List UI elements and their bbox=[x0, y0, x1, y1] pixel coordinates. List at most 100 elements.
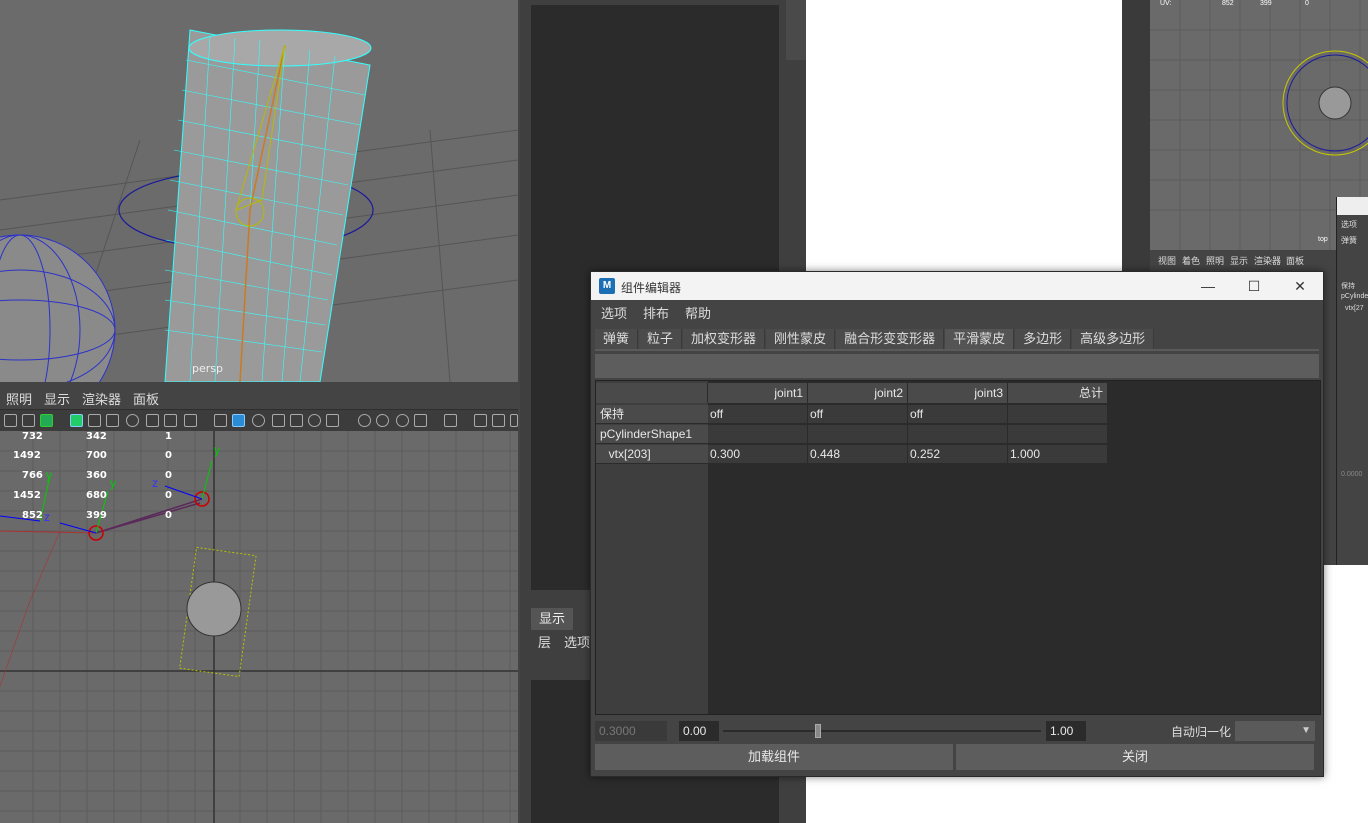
menu-options[interactable]: 选项 bbox=[1341, 219, 1357, 230]
depth-icon[interactable] bbox=[414, 414, 427, 427]
viewport-menubar: 照明 显示 渲染器 面板 bbox=[0, 387, 518, 409]
table-cell[interactable]: 0.252 bbox=[908, 445, 1008, 464]
tab-advanced-polygons[interactable]: 高级多边形 bbox=[1072, 329, 1155, 349]
tab-underline bbox=[595, 349, 1319, 351]
top-viewport[interactable]: 732 342 1 1492 700 0 766 360 0 1452 680 0 852 399… bbox=[0, 431, 518, 823]
pencil-icon[interactable] bbox=[40, 414, 53, 427]
menu-view[interactable]: 视图 bbox=[1158, 254, 1176, 267]
background-titlebar bbox=[1337, 197, 1368, 215]
menu-lighting[interactable]: 照明 bbox=[1206, 254, 1224, 267]
menu-display[interactable]: 显示 bbox=[1230, 254, 1248, 267]
menu-panels[interactable]: 面板 bbox=[127, 389, 165, 408]
menu-lighting[interactable]: 照明 bbox=[0, 389, 38, 408]
current-value-field[interactable]: 0.3000 bbox=[595, 721, 667, 741]
menu-display[interactable]: 显示 bbox=[38, 389, 76, 408]
tab-blendshape-deformers[interactable]: 融合形变变形器 bbox=[836, 329, 945, 349]
default-material-icon[interactable] bbox=[272, 414, 285, 427]
move-icon[interactable] bbox=[22, 414, 35, 427]
menu-help[interactable]: 帮助 bbox=[675, 302, 717, 326]
table-cell[interactable]: off bbox=[708, 405, 808, 424]
table-cell[interactable] bbox=[1008, 425, 1108, 444]
tab-display[interactable]: 显示 bbox=[531, 608, 573, 630]
weights-table: joint1 joint2 joint3 总计 保持 off off off p… bbox=[595, 380, 1321, 715]
table-cell[interactable] bbox=[1008, 405, 1108, 424]
table-cell[interactable]: off bbox=[808, 405, 908, 424]
xray-joints-icon[interactable] bbox=[492, 414, 505, 427]
table-cell[interactable] bbox=[808, 425, 908, 444]
isolate-icon[interactable] bbox=[444, 414, 457, 427]
menu-layers[interactable]: 层 bbox=[538, 632, 551, 651]
menu-panels[interactable]: 面板 bbox=[1286, 254, 1304, 267]
blank-area bbox=[1322, 565, 1368, 775]
gate-mask-icon[interactable] bbox=[126, 414, 139, 427]
xray-icon[interactable] bbox=[474, 414, 487, 427]
smooth-shade-icon[interactable] bbox=[232, 414, 245, 427]
column-header-total[interactable]: 总计 bbox=[1008, 383, 1108, 403]
tab-weighted-deformers[interactable]: 加权变形器 bbox=[683, 329, 766, 349]
tab-polygons[interactable]: 多边形 bbox=[1015, 329, 1072, 349]
table-cell[interactable]: 0.300 bbox=[708, 445, 808, 464]
resolution-gate-icon[interactable] bbox=[106, 414, 119, 427]
texture-icon[interactable] bbox=[290, 414, 303, 427]
table-cell[interactable]: 1.000 bbox=[1008, 445, 1108, 464]
menu-options[interactable]: 选项 bbox=[591, 302, 633, 326]
safe-title-icon[interactable] bbox=[184, 414, 197, 427]
tab-springs[interactable]: 弹簧 bbox=[595, 329, 639, 349]
min-value-field[interactable]: 0.00 bbox=[679, 721, 719, 741]
maximize-button[interactable]: ☐ bbox=[1231, 272, 1277, 300]
minimize-button[interactable]: — bbox=[1185, 272, 1231, 300]
top-scene bbox=[0, 431, 518, 823]
row-label: pCylinde bbox=[1341, 293, 1368, 300]
load-components-button[interactable]: 加载组件 bbox=[595, 744, 953, 770]
close-button[interactable]: 关闭 bbox=[956, 744, 1314, 770]
hud-value: 0 bbox=[165, 470, 172, 481]
persp-viewport[interactable]: persp bbox=[0, 0, 518, 382]
film-gate-icon[interactable] bbox=[88, 414, 101, 427]
column-header-joint1[interactable]: joint1 bbox=[708, 383, 808, 403]
window-titlebar[interactable]: M 组件编辑器 — ☐ ✕ bbox=[591, 272, 1323, 300]
antialias-icon[interactable] bbox=[396, 414, 409, 427]
column-header-joint2[interactable]: joint2 bbox=[808, 383, 908, 403]
camera-icon[interactable] bbox=[4, 414, 17, 427]
shaded-wire-icon[interactable] bbox=[252, 414, 265, 427]
table-cell[interactable]: 0.448 bbox=[808, 445, 908, 464]
tab-smooth-skins[interactable]: 平滑蒙皮 bbox=[945, 329, 1015, 349]
max-value-field[interactable]: 1.00 bbox=[1046, 721, 1086, 741]
table-cell[interactable] bbox=[908, 425, 1008, 444]
row-header-hold[interactable]: 保持 bbox=[596, 405, 708, 424]
tab-spring[interactable]: 弹簧 bbox=[1341, 235, 1357, 246]
axis-z-label: z bbox=[44, 510, 50, 524]
wireframe-icon[interactable] bbox=[214, 414, 227, 427]
grid-icon[interactable] bbox=[70, 414, 83, 427]
shadow-icon[interactable] bbox=[326, 414, 339, 427]
tab-particles[interactable]: 粒子 bbox=[639, 329, 683, 349]
menu-renderer[interactable]: 渲染器 bbox=[1254, 254, 1281, 267]
slider-handle[interactable] bbox=[815, 724, 822, 738]
menu-shading[interactable]: 着色 bbox=[1182, 254, 1200, 267]
motion-blur-icon[interactable] bbox=[376, 414, 389, 427]
menu-options[interactable]: 选项 bbox=[564, 632, 590, 651]
field-chart-icon[interactable] bbox=[146, 414, 159, 427]
filter-bar bbox=[595, 354, 1319, 378]
table-cell[interactable]: off bbox=[908, 405, 1008, 424]
light-icon[interactable] bbox=[308, 414, 321, 427]
ao-icon[interactable] bbox=[358, 414, 371, 427]
menu-layout[interactable]: 排布 bbox=[633, 302, 675, 326]
blank-area bbox=[806, 0, 1122, 272]
more-icon[interactable] bbox=[510, 414, 518, 427]
row-header-vertex[interactable]: vtx[203] bbox=[596, 445, 708, 464]
row-header-shape[interactable]: pCylinderShape1 bbox=[596, 425, 708, 444]
window-menubar: 选项 排布 帮助 bbox=[591, 302, 1323, 326]
editor-tabs: 弹簧 粒子 加权变形器 刚性蒙皮 融合形变变形器 平滑蒙皮 多边形 高级多边形 bbox=[595, 329, 1155, 349]
axis-y-label: y bbox=[46, 468, 52, 482]
column-header-joint3[interactable]: joint3 bbox=[908, 383, 1008, 403]
hud-value: 700 bbox=[86, 450, 107, 461]
safe-action-icon[interactable] bbox=[164, 414, 177, 427]
slider-track[interactable] bbox=[723, 724, 1041, 738]
menu-renderer[interactable]: 渲染器 bbox=[76, 389, 127, 408]
layer-tabs: 显示 bbox=[531, 608, 591, 630]
tab-rigid-skins[interactable]: 刚性蒙皮 bbox=[766, 329, 836, 349]
close-window-button[interactable]: ✕ bbox=[1277, 272, 1323, 300]
table-cell[interactable] bbox=[708, 425, 808, 444]
auto-normalize-dropdown[interactable]: ▼ bbox=[1235, 721, 1315, 741]
